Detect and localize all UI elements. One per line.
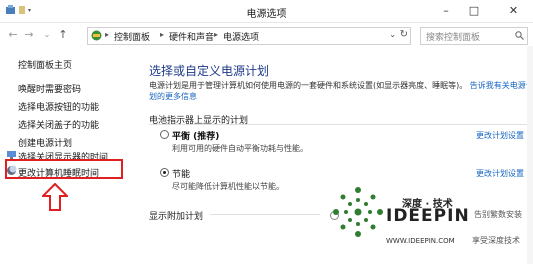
refresh-icon[interactable]: ↻ [400, 29, 408, 40]
search-icon[interactable] [515, 31, 524, 40]
back-arrow-icon[interactable]: ← [6, 28, 20, 41]
chevron-right-icon: ▸ [105, 30, 110, 39]
search-placeholder: 搜索控制面板 [426, 33, 481, 43]
watermark-url: WWW.IDEEPIN.COM [386, 237, 455, 245]
divider [149, 124, 527, 125]
breadcrumb-power-options[interactable]: 电源选项 [223, 30, 259, 43]
arrow-up-annotation-icon [42, 183, 68, 211]
breadcrumb-control-panel[interactable]: 控制面板 [114, 30, 150, 43]
scrollbar[interactable] [527, 46, 533, 264]
show-additional-plans[interactable]: 显示附加计划 [149, 209, 203, 222]
maximize-button[interactable]: □ [461, 0, 487, 22]
plan-desc-balanced: 利用可用的硬件自动平衡功耗与性能。 [172, 144, 308, 153]
highlight-annotation [5, 159, 123, 179]
close-button[interactable]: ✕ [494, 0, 533, 22]
change-plan-link-power-saver[interactable]: 更改计划设置 [476, 168, 524, 179]
plan-name-power-saver: 节能 [172, 170, 191, 180]
address-row: ← → ⌄ ↑ ▸ 控制面板 ▸ 硬件和声音 ▸ 电源选项 ⌄ ↻ 搜索控制面板 [0, 24, 533, 46]
address-bar[interactable]: ▸ 控制面板 ▸ 硬件和声音 ▸ 电源选项 ⌄ ↻ [87, 27, 411, 45]
breadcrumb-hardware-sound[interactable]: 硬件和声音 [169, 30, 214, 43]
divider [210, 214, 320, 215]
learn-more-link-cont[interactable]: 划的更多信息 [149, 92, 197, 101]
page-title: 选择或自定义电源计划 [149, 64, 270, 78]
learn-more-link[interactable]: 告诉我有关电源计 [470, 81, 533, 90]
sidebar-item-power-button[interactable]: 选择电源按钮的功能 [18, 100, 99, 113]
forward-arrow-icon[interactable]: → [22, 28, 36, 41]
plan-desc-power-saver: 尽可能降低计算机性能以节能。 [172, 182, 284, 191]
chevron-right-icon: ▸ [160, 30, 165, 39]
radio-balanced[interactable] [160, 130, 169, 139]
up-arrow-icon[interactable]: ↑ [56, 28, 70, 41]
watermark-side-text: 告别繁数安装 [474, 210, 522, 219]
watermark-slogan: 享受深度技术 [472, 236, 520, 245]
sidebar: 控制面板主页 唤醒时需要密码 选择电源按钮的功能 选择关闭盖子的功能 创建电源计… [0, 46, 140, 264]
sidebar-item-lid-close[interactable]: 选择关闭盖子的功能 [18, 118, 99, 131]
change-plan-link-balanced[interactable]: 更改计划设置 [476, 130, 524, 141]
minimize-button[interactable]: – [433, 0, 459, 22]
control-panel-icon [91, 30, 102, 41]
sidebar-item-create-plan[interactable]: 创建电源计划 [18, 136, 72, 149]
selected-radio-mark [160, 167, 170, 177]
ideepin-logo-icon [333, 187, 383, 237]
page-description: 电源计划是用于管理计算机如何使用电源的一套硬件和系统设置(如显示器亮度、睡眠等)… [149, 80, 533, 102]
sidebar-item-wake-password[interactable]: 唤醒时需要密码 [18, 82, 81, 95]
title-bar: 电源选项 – □ ✕ [0, 0, 533, 23]
description-text: 电源计划是用于管理计算机如何使用电源的一套硬件和系统设置(如显示器亮度、睡眠等)… [149, 81, 468, 90]
plan-name-balanced: 平衡 (推荐) [172, 132, 220, 142]
dropdown-icon[interactable]: ⌄ [389, 30, 396, 39]
chevron-down-icon[interactable]: ⌄ [40, 30, 54, 39]
search-input[interactable]: 搜索控制面板 [420, 27, 528, 45]
watermark-brand: IDEEPIN [386, 206, 470, 226]
sidebar-home-link[interactable]: 控制面板主页 [18, 58, 72, 71]
chevron-right-icon: ▸ [214, 30, 219, 39]
